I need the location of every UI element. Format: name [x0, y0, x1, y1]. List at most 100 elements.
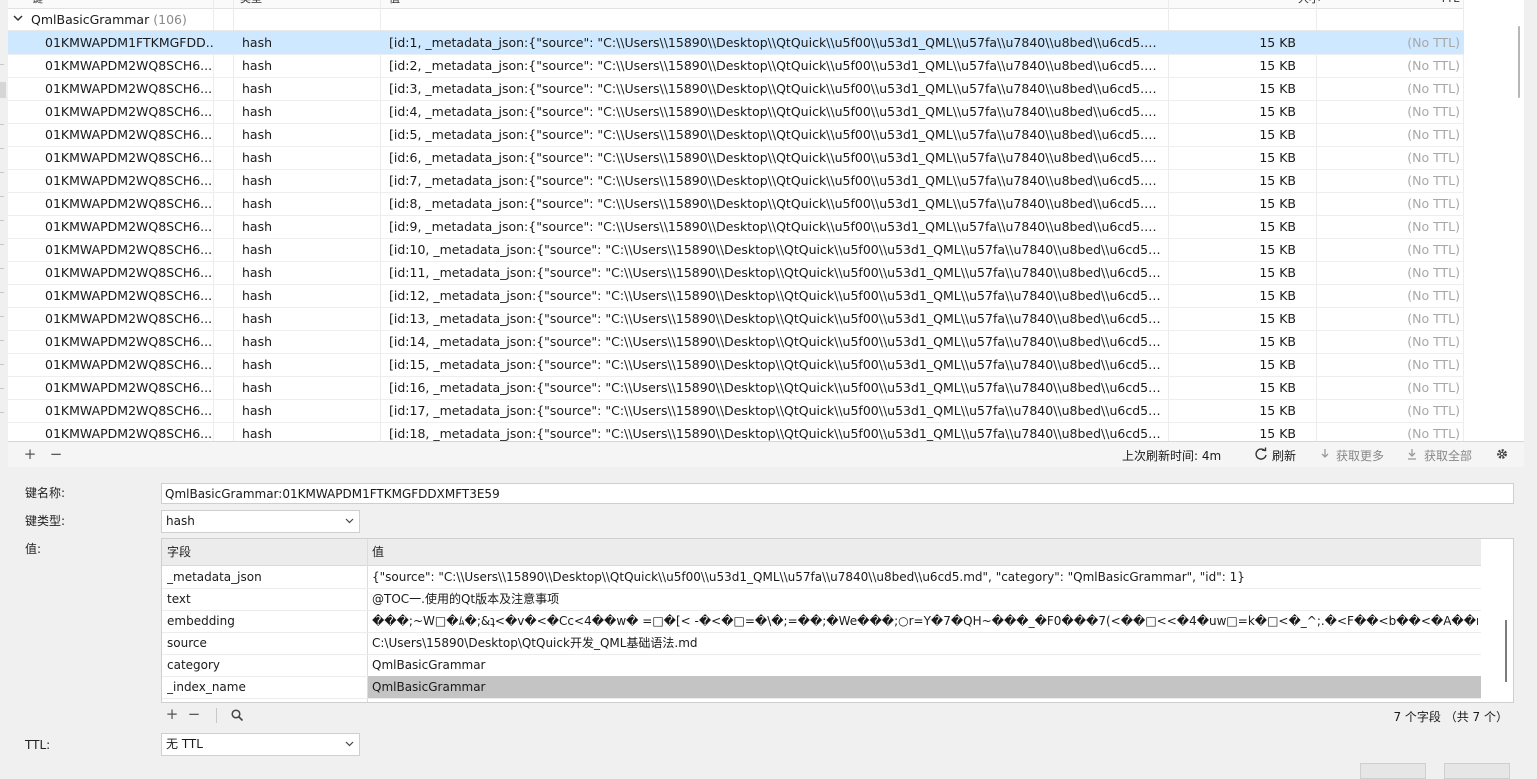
type-cell: hash [242, 35, 273, 50]
key-cell: 01KMWAPDM2WQ8SCH6... [45, 334, 213, 349]
dismiss-button[interactable] [1444, 763, 1510, 779]
table-row[interactable]: 01KMWAPDM2WQ8SCH6... hash [id:2, _metadata… [8, 54, 1464, 78]
table-row[interactable]: 01KMWAPDM2WQ8SCH6... hash [id:17, _metadat… [8, 399, 1464, 423]
field-value-cell: QmlBasicGrammar [368, 676, 1481, 698]
table-row[interactable]: 01KMWAPDM2WQ8SCH6... hash [id:13, _metadat… [8, 307, 1464, 331]
value-column-header[interactable]: 值 [372, 539, 384, 565]
field-value-cell: C:\Users\15890\Desktop\QtQuick开发_QML基础语法… [372, 636, 698, 650]
gear-icon[interactable] [1495, 447, 1509, 461]
key-cell: 01KMWAPDM2WQ8SCH6... [45, 311, 213, 326]
field-column-header[interactable]: 字段 [167, 539, 191, 565]
add-key-button[interactable]: + [22, 446, 38, 462]
remove-key-button[interactable]: − [48, 446, 64, 462]
ttl-cell: (No TTL) [1407, 219, 1460, 234]
ttl-cell: (No TTL) [1407, 35, 1460, 50]
key-cell: 01KMWAPDM2WQ8SCH6... [45, 173, 213, 188]
field-row[interactable]: _metadata_json {"source": "C:\\Users\\158… [162, 566, 1481, 589]
field-name-cell: _metadata_json [167, 570, 262, 584]
value-cell: [id:15, _metadata_json:{"source": "C:\\U… [389, 357, 1164, 372]
value-cell: [id:6, _metadata_json:{"source": "C:\\Us… [389, 150, 1164, 165]
load-more-icon[interactable] [1318, 447, 1332, 461]
ttl-cell: (No TTL) [1407, 357, 1460, 372]
key-type-value: hash [166, 514, 195, 528]
type-cell: hash [242, 311, 273, 326]
table-row[interactable]: 01KMWAPDM2WQ8SCH6... hash [id:15, _metadat… [8, 353, 1464, 377]
search-icon[interactable] [230, 708, 244, 722]
column-header-type[interactable]: 类型 [240, 0, 262, 8]
refresh-icon[interactable] [1254, 447, 1268, 461]
field-row[interactable]: source C:\Users\15890\Desktop\QtQuick开发_Q… [162, 632, 1481, 655]
column-header-key[interactable]: 键 [32, 0, 43, 8]
value-cell: [id:5, _metadata_json:{"source": "C:\\Us… [389, 127, 1164, 142]
load-more-button[interactable]: 获取更多 [1336, 447, 1384, 464]
value-cell: [id:14, _metadata_json:{"source": "C:\\U… [389, 334, 1164, 349]
size-cell: 15 KB [1259, 426, 1296, 441]
group-count: (106) [153, 12, 187, 27]
key-table-scrollbar[interactable] [1514, 26, 1524, 440]
chevron-down-icon [345, 741, 354, 747]
key-cell: 01KMWAPDM2WQ8SCH6... [45, 288, 213, 303]
table-row[interactable]: 01KMWAPDM2WQ8SCH6... hash [id:3, _metadata… [8, 77, 1464, 101]
type-cell: hash [242, 403, 273, 418]
key-type-select[interactable]: hash [161, 510, 360, 533]
value-cell: [id:3, _metadata_json:{"source": "C:\\Us… [389, 81, 1164, 96]
table-row[interactable]: 01KMWAPDM2WQ8SCH6... hash [id:18, _metadat… [8, 422, 1464, 441]
add-field-button[interactable]: + [164, 706, 180, 722]
key-cell: 01KMWAPDM2WQ8SCH6... [45, 58, 213, 73]
table-row[interactable]: 01KMWAPDM2WQ8SCH6... hash [id:14, _metadat… [8, 330, 1464, 354]
value-cell: [id:1, _metadata_json:{"source": "C:\\Us… [389, 35, 1164, 50]
ttl-value: 无 TTL [166, 737, 203, 751]
chevron-down-icon[interactable] [12, 12, 24, 24]
column-header-ttl[interactable]: TTL [1440, 0, 1459, 8]
field-name-cell: _index_name [167, 680, 246, 694]
ttl-cell: (No TTL) [1407, 242, 1460, 257]
table-row[interactable]: 01KMWAPDM2WQ8SCH6... hash [id:9, _metadata… [8, 215, 1464, 239]
scrollbar-thumb[interactable] [1518, 26, 1520, 98]
field-value-cell: {"source": "C:\\Users\\15890\\Desktop\\Q… [372, 570, 1245, 584]
ttl-select[interactable]: 无 TTL [161, 733, 360, 756]
table-row[interactable]: 01KMWAPDM2WQ8SCH6... hash [id:11, _metadat… [8, 261, 1464, 285]
type-cell: hash [242, 219, 273, 234]
load-all-icon[interactable] [1405, 447, 1419, 461]
key-name-input[interactable]: QmlBasicGrammar:01KMWAPDM1FTKMGFDDXMFT3E… [161, 483, 1514, 504]
field-row[interactable]: text @TOC一.使用的Qt版本及注意事项 [162, 588, 1481, 611]
scrollbar-thumb[interactable] [1505, 620, 1507, 682]
table-row[interactable]: 01KMWAPDM1FTKMGFDD... hash [id:1, _metadat… [8, 31, 1464, 55]
key-cell: 01KMWAPDM1FTKMGFDD... [45, 35, 213, 50]
table-row[interactable]: 01KMWAPDM2WQ8SCH6... hash [id:5, _metadata… [8, 123, 1464, 147]
table-row[interactable]: 01KMWAPDM2WQ8SCH6... hash [id:16, _metadat… [8, 376, 1464, 400]
table-row[interactable]: 01KMWAPDM2WQ8SCH6... hash [id:7, _metadata… [8, 169, 1464, 193]
refresh-button[interactable]: 刷新 [1272, 447, 1296, 464]
group-row-qmlbasicgrammar[interactable]: QmlBasicGrammar (106) [8, 8, 1464, 31]
table-row[interactable]: 01KMWAPDM2WQ8SCH6... hash [id:12, _metadat… [8, 284, 1464, 308]
value-cell: [id:12, _metadata_json:{"source": "C:\\U… [389, 288, 1164, 303]
type-cell: hash [242, 426, 273, 441]
field-value-cell: ���;~W□�ﾑ�;&ʇ<�v�<�Cc<4��w� =□�[< -�<�□=… [372, 614, 1478, 628]
table-row[interactable]: 01KMWAPDM2WQ8SCH6... hash [id:8, _metadata… [8, 192, 1464, 216]
size-cell: 15 KB [1259, 357, 1296, 372]
size-cell: 15 KB [1259, 173, 1296, 188]
column-header-value[interactable]: 值 [389, 0, 400, 8]
table-row[interactable]: 01KMWAPDM2WQ8SCH6... hash [id:4, _metadata… [8, 100, 1464, 124]
field-name-cell: text [167, 592, 191, 606]
type-cell: hash [242, 334, 273, 349]
load-all-button[interactable]: 获取全部 [1424, 447, 1472, 464]
field-value-cell: QmlBasicGrammar [372, 658, 486, 672]
size-cell: 15 KB [1259, 150, 1296, 165]
key-cell: 01KMWAPDM2WQ8SCH6... [45, 242, 213, 257]
field-row[interactable]: _index_name QmlBasicGrammar [162, 676, 1481, 699]
value-cell: [id:18, _metadata_json:{"source": "C:\\U… [389, 426, 1164, 441]
ttl-cell: (No TTL) [1407, 334, 1460, 349]
ttl-cell: (No TTL) [1407, 81, 1460, 96]
field-row[interactable]: category QmlBasicGrammar [162, 654, 1481, 677]
table-row[interactable]: 01KMWAPDM2WQ8SCH6... hash [id:6, _metadata… [8, 146, 1464, 170]
table-row[interactable]: 01KMWAPDM2WQ8SCH6... hash [id:10, _metadat… [8, 238, 1464, 262]
field-row[interactable]: embedding ���;~W□�ﾑ�;&ʇ<�v�<�Cc<4��w� =□�… [162, 610, 1481, 633]
value-cell: [id:4, _metadata_json:{"source": "C:\\Us… [389, 104, 1164, 119]
key-cell: 01KMWAPDM2WQ8SCH6... [45, 104, 213, 119]
apply-button[interactable] [1360, 763, 1426, 779]
left-edge-strip [0, 0, 8, 470]
field-table-scrollbar[interactable] [1503, 565, 1511, 702]
remove-field-button[interactable]: − [186, 706, 202, 722]
key-cell: 01KMWAPDM2WQ8SCH6... [45, 426, 213, 441]
